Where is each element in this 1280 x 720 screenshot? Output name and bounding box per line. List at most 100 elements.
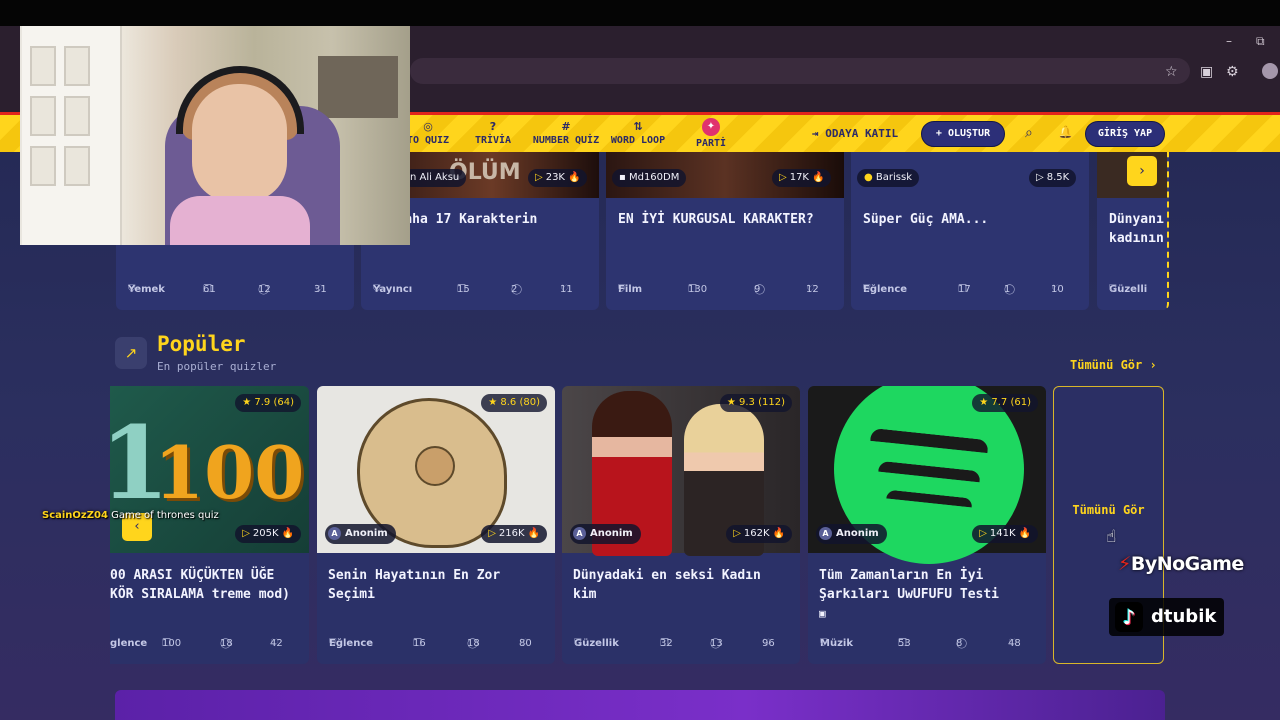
puzzle-icon[interactable]: ⚙	[1226, 64, 1239, 80]
quiz-meta: ⛉ Eğlence ❐ 16 ◯ 18 ♡ 80	[329, 638, 532, 649]
play-icon: ▷	[488, 528, 496, 539]
video-icon: ▣	[819, 607, 826, 620]
quiz-card[interactable]: ★ 7.7 (61) A Anonim ▷ 141K 🔥 Tüm Zamanların…	[808, 386, 1046, 664]
section-subtitle: En popüler quizler	[157, 360, 277, 373]
fire-icon: 🔥	[812, 172, 825, 183]
chat-text: Game of thrones quiz	[111, 510, 219, 521]
webcam-overlay	[20, 26, 410, 245]
see-all-card-label: Tümünü Gör	[1072, 503, 1145, 517]
pointer-cursor-icon: ☝	[1106, 527, 1117, 547]
plays-badge: ▷ 216K 🔥	[481, 525, 547, 543]
author-badge: A Anonim	[325, 524, 396, 544]
rating-badge: ★ 7.9 (64)	[235, 394, 301, 412]
avatar-icon: A	[328, 526, 341, 540]
trending-icon: ↗	[115, 337, 147, 369]
party-icon: ✦	[702, 118, 720, 136]
play-icon: ▷	[242, 528, 250, 539]
plays-badge: ▷ 23K 🔥	[528, 169, 588, 187]
hash-icon: #	[561, 120, 571, 133]
category-icon: ⛉	[820, 638, 828, 649]
shelf-background	[318, 56, 398, 118]
profile-avatar[interactable]	[1262, 63, 1278, 79]
question-icon: ?	[489, 120, 497, 133]
quiz-meta: glence ❐ 100 ◯ 18 ♡ 42	[110, 638, 283, 649]
join-room-label: ODAYA KATIL	[825, 127, 899, 140]
avatar-icon: A	[573, 526, 586, 540]
nav-item-label: NUMBER QUİZ	[532, 135, 600, 146]
category-icon: ⛉	[574, 638, 582, 649]
bell-icon[interactable]: 🔔	[1058, 125, 1073, 139]
author-badge: n Ali Aksu	[403, 169, 467, 187]
door-background	[22, 26, 122, 245]
nav-item-word-loop[interactable]: ⇅ WORD LOOP	[608, 120, 668, 147]
plays-badge: ▷ 162K 🔥	[726, 525, 792, 543]
plays-badge: ▷ 8.5K	[1029, 169, 1077, 187]
category-icon: ⛉	[329, 638, 337, 649]
nav-item-label: TO QUIZ	[406, 135, 450, 146]
brand-watermark: ⚡ByNoGame	[1118, 553, 1244, 575]
create-button[interactable]: + OLUŞTUR	[921, 121, 1005, 147]
quiz-title: Süper Güç AMA...	[863, 212, 989, 227]
fire-icon: 🔥	[527, 528, 540, 539]
quiz-card[interactable]: ● Barissk ▷ 8.5K Süper Güç AMA... ⛉ Eğlenc…	[851, 152, 1089, 310]
play-icon: ▷	[733, 528, 741, 539]
rating-badge: ★ 9.3 (112)	[719, 394, 792, 412]
play-icon: ▷	[779, 172, 787, 183]
enter-icon: ⇥	[812, 127, 819, 140]
thumbnail-text: 100	[154, 430, 305, 515]
headset-icon	[176, 66, 304, 134]
address-bar[interactable]	[410, 58, 1190, 84]
category-icon: ⛉	[128, 284, 136, 295]
avatar-icon: ●	[864, 172, 876, 183]
carousel-next-button[interactable]: ›	[1127, 156, 1157, 186]
quiz-title: Tüm Zamanların En İyi Şarkıları UwUFUFU …	[819, 568, 1000, 620]
play-icon: ▷	[535, 172, 543, 183]
join-room-link[interactable]: ⇥ ODAYA KATIL	[812, 127, 898, 140]
plays-badge: ▷ 205K 🔥	[235, 525, 301, 543]
sort-icon: ⇅	[633, 120, 643, 133]
quiz-meta: ⛉ Eğlence ❐ 17 ◯ 1 ♡ 10	[863, 284, 1064, 295]
tiktok-overlay: ♪ dtubik	[1109, 598, 1224, 636]
category-icon: ⛉	[618, 284, 626, 295]
see-all-link[interactable]: Tümünü Gör ›	[1070, 358, 1157, 372]
fire-icon: 🔥	[1018, 528, 1031, 539]
quiz-title: Senin Hayatının En Zor Seçimi	[328, 568, 501, 602]
minimize-icon[interactable]: –	[1226, 34, 1232, 48]
brand-logo-icon: ⚡	[1118, 553, 1131, 575]
author-badge: ● Barissk	[857, 169, 919, 187]
restore-icon[interactable]: ⧉	[1256, 34, 1265, 49]
nav-item-trivia[interactable]: ? TRİVİA	[468, 120, 518, 147]
browser-title-strip	[0, 0, 1280, 26]
quiz-title: Dünyanı kadının	[1109, 212, 1164, 246]
fire-icon: 🔥	[772, 528, 785, 539]
nav-item-parti[interactable]: ✦ PARTİ	[688, 118, 734, 149]
quiz-title: Dünyadaki en seksi Kadın kim	[573, 568, 761, 602]
quiz-title: 00 ARASI KÜÇÜKTEN ÜĞE KÖR SIRALAMA treme…	[110, 568, 291, 602]
nav-item-number-quiz[interactable]: # NUMBER QUİZ	[530, 120, 602, 147]
plays-badge: ▷ 141K 🔥	[972, 525, 1038, 543]
nav-item-label: PARTİ	[695, 138, 727, 149]
rating-badge: ★ 8.6 (80)	[481, 394, 547, 412]
category-icon: ⛉	[373, 284, 381, 295]
play-icon: ▷	[979, 528, 987, 539]
bookmark-star-icon[interactable]: ☆	[1165, 64, 1178, 80]
plays-badge: ▷ 17K 🔥	[772, 169, 832, 187]
quiz-card[interactable]: ▪ Md160DM ▷ 17K 🔥 EN İYİ KURGUSAL KARAKTER…	[606, 152, 844, 310]
extension-icon[interactable]: ▣	[1200, 64, 1213, 80]
bottom-banner[interactable]	[115, 690, 1165, 720]
quiz-meta: ⛉ Güzelli	[1109, 284, 1148, 295]
quiz-card[interactable]: ★ 9.3 (112) A Anonim ▷ 162K 🔥 Dünyadaki en …	[562, 386, 800, 664]
search-icon[interactable]: ⌕	[1025, 125, 1033, 141]
quiz-title: EN İYİ KURGUSAL KARAKTER?	[618, 212, 814, 227]
login-button[interactable]: GİRİŞ YAP	[1085, 121, 1165, 147]
nav-item-label: TRİVİA	[474, 135, 512, 146]
author-badge: A Anonim	[816, 524, 887, 544]
rating-badge: ★ 7.7 (61)	[972, 394, 1038, 412]
stream-chat-message: ScainOzZ04 Game of thrones quiz	[42, 510, 219, 521]
quiz-card[interactable]: ★ 8.6 (80) A Anonim ▷ 216K 🔥 Senin Hayatını…	[317, 386, 555, 664]
avatar-icon: A	[819, 526, 832, 540]
quiz-meta: ⛉ Film ❐ 130 ◯ 9 ♡ 12	[618, 284, 819, 295]
quiz-meta: ⛉ Müzik ❐ 53 ◯ 8 ♡ 48	[820, 638, 1021, 649]
avatar-icon: ▪	[619, 172, 629, 183]
author-badge: ▪ Md160DM	[612, 169, 687, 187]
